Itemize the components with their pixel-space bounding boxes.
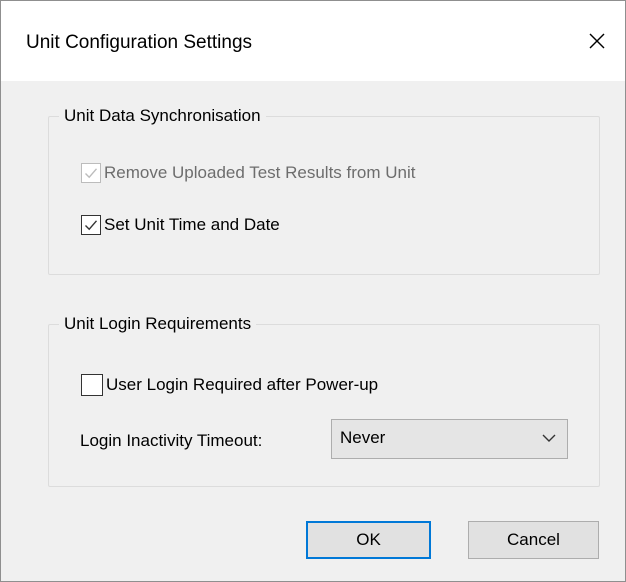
title-bar[interactable]: Unit Configuration Settings: [1, 1, 625, 81]
login-timeout-value: Never: [340, 428, 386, 447]
checkmark-icon: [85, 168, 98, 179]
login-required-box[interactable]: [81, 374, 103, 396]
sync-groupbox: Unit Data Synchronisation: [48, 104, 600, 275]
login-required-checkbox[interactable]: User Login Required after Power-up: [81, 374, 378, 396]
set-time-date-label: Set Unit Time and Date: [104, 215, 280, 234]
remove-uploaded-results-box[interactable]: [81, 163, 101, 183]
checkmark-icon: [85, 220, 98, 231]
login-groupbox: Unit Login Requirements: [48, 312, 600, 487]
chevron-down-icon: [541, 430, 557, 452]
login-timeout-label: Login Inactivity Timeout:: [80, 431, 263, 450]
unit-configuration-dialog: Unit Configuration Settings Unit Data Sy…: [0, 0, 626, 582]
login-timeout-dropdown[interactable]: Never: [331, 419, 568, 459]
login-group-legend: Unit Login Requirements: [59, 312, 257, 336]
remove-uploaded-results-label: Remove Uploaded Test Results from Unit: [104, 163, 416, 182]
dialog-body: Unit Data Synchronisation Remove Uploade…: [1, 81, 625, 581]
ok-button[interactable]: OK: [306, 521, 431, 559]
cancel-button[interactable]: Cancel: [468, 521, 599, 559]
close-button[interactable]: [569, 15, 625, 67]
sync-group-legend: Unit Data Synchronisation: [59, 104, 266, 128]
set-time-date-box[interactable]: [81, 215, 101, 235]
close-icon: [589, 33, 605, 49]
window-title: Unit Configuration Settings: [26, 32, 253, 53]
remove-uploaded-results-checkbox[interactable]: Remove Uploaded Test Results from Unit: [81, 162, 416, 184]
login-required-label: User Login Required after Power-up: [106, 375, 379, 394]
set-time-date-checkbox[interactable]: Set Unit Time and Date: [81, 214, 280, 236]
